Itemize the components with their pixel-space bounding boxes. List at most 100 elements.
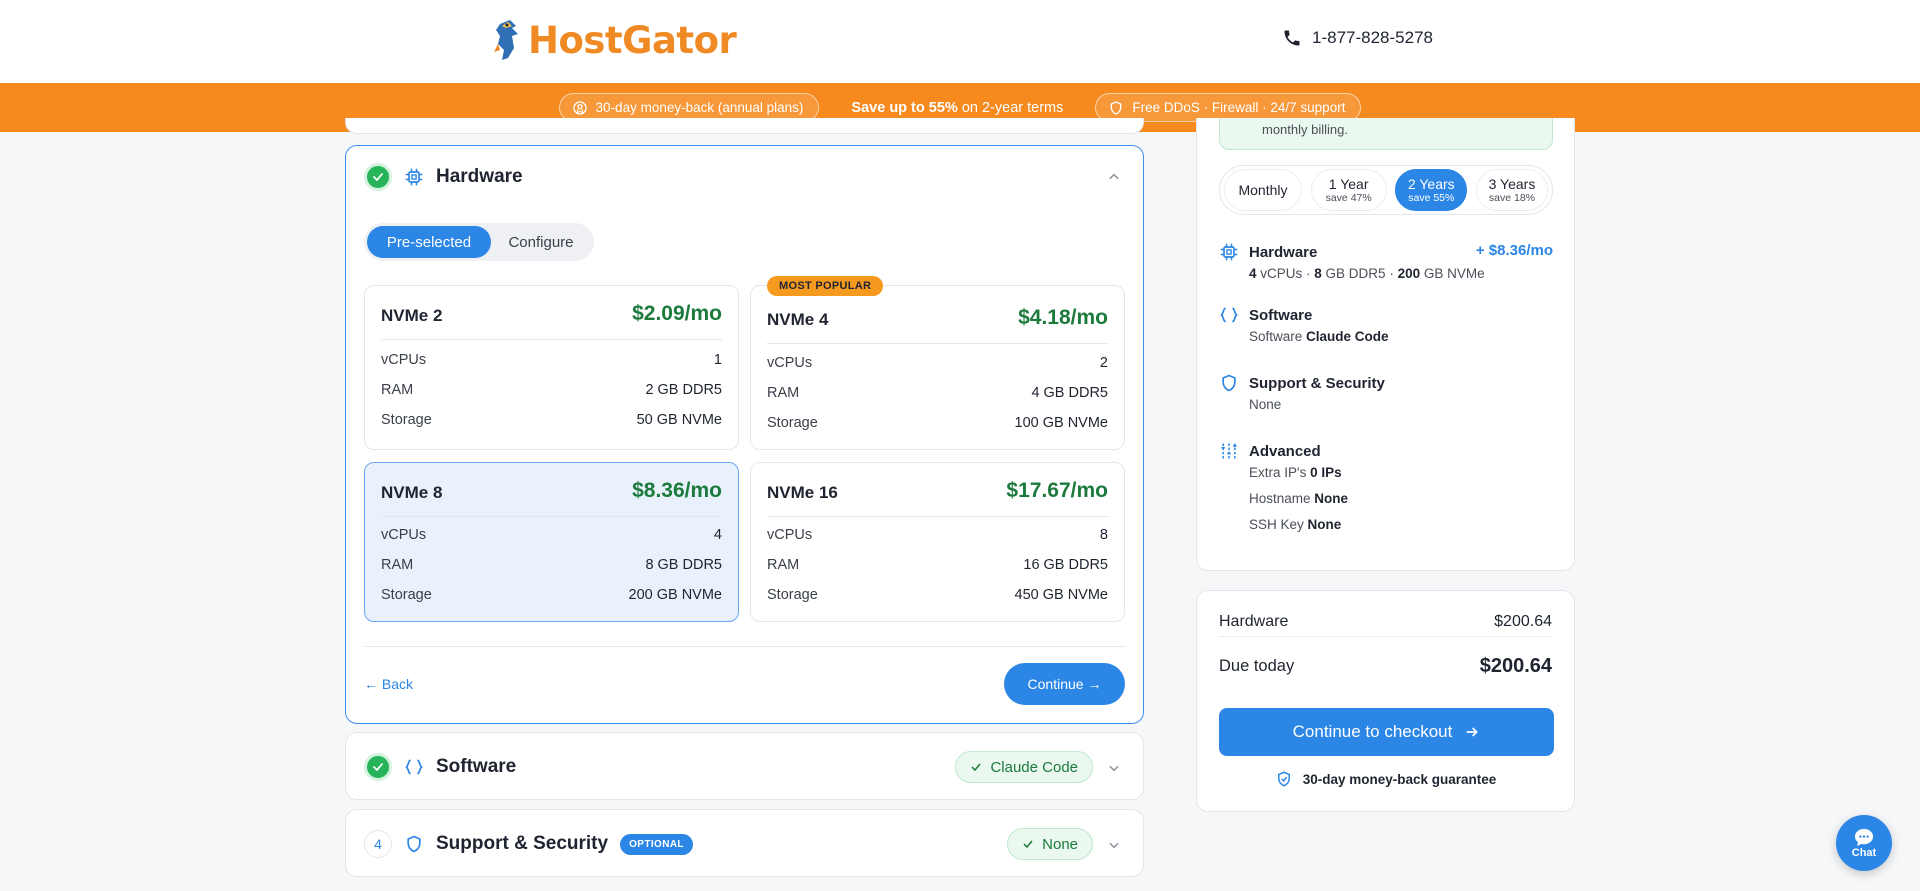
term-1-year[interactable]: 1 Year save 47% xyxy=(1310,169,1387,211)
software-header: Software xyxy=(364,752,516,782)
ram-label: RAM xyxy=(767,557,800,573)
plan-storage-row: Storage 200 GB NVMe xyxy=(381,587,722,603)
plan-price: $2.09/mo xyxy=(632,302,722,325)
plan-card-nvme-4[interactable]: MOST POPULAR NVMe 4 $4.18/mo vCPUs 2 RAM 4… xyxy=(750,276,1125,450)
plan-vcpus-row: vCPUs 8 xyxy=(767,527,1108,543)
billing-term-selector: Monthly 1 Year save 47% 2 Years save 55% 3… xyxy=(1219,165,1553,215)
guarantee-note: 30-day money-back guarantee xyxy=(1197,770,1574,788)
chevron-down-icon[interactable] xyxy=(1107,838,1121,852)
phone-link[interactable]: 1-877-828-5278 xyxy=(1282,28,1433,48)
term-label: 1 Year xyxy=(1328,176,1369,192)
continue-button[interactable]: Continue → xyxy=(1004,663,1125,705)
plan-storage-row: Storage 50 GB NVMe xyxy=(381,412,722,428)
plan-name: NVMe 16 xyxy=(767,483,838,502)
logo-text: HostGator xyxy=(528,18,737,62)
support-header: 4 Support & Security OPTIONAL xyxy=(364,829,693,859)
chevron-up-icon[interactable] xyxy=(1107,170,1121,184)
storage-value: 50 GB NVMe xyxy=(636,412,722,428)
vcpus-label: vCPUs xyxy=(767,355,813,371)
plan-ram-row: RAM 4 GB DDR5 xyxy=(767,385,1108,401)
money-back-text: 30-day money-back (annual plans) xyxy=(595,100,804,115)
adv-value: None xyxy=(1307,517,1342,532)
term-save: save 18% xyxy=(1488,192,1536,204)
billing-note: monthly billing. xyxy=(1219,118,1553,150)
summary-advanced-title: Advanced xyxy=(1249,443,1321,460)
spec-storage: GB NVMe xyxy=(1420,266,1485,281)
summary-advanced: Advanced Extra IP's 0 IPs Hostname None … xyxy=(1219,441,1553,541)
cpu-icon xyxy=(404,167,424,187)
divider xyxy=(1219,636,1552,637)
plan-price: $8.36/mo xyxy=(632,479,722,502)
most-popular-badge: MOST POPULAR xyxy=(767,276,884,296)
support-value: None xyxy=(1042,835,1078,853)
term-monthly[interactable]: Monthly xyxy=(1224,169,1302,211)
software-section[interactable]: Software Claude Code xyxy=(345,732,1144,800)
chat-bubble-icon xyxy=(1854,828,1874,847)
summary-support: Support & Security None xyxy=(1219,373,1553,413)
term-label: 3 Years xyxy=(1488,176,1536,192)
step-number: 4 xyxy=(364,830,392,858)
due-today-value: $200.64 xyxy=(1479,655,1552,677)
plan-name: NVMe 4 xyxy=(767,310,829,329)
term-2-years[interactable]: 2 Years save 55% xyxy=(1395,169,1468,211)
complete-check-icon xyxy=(364,163,392,191)
chat-label: Chat xyxy=(1851,847,1877,859)
check-icon xyxy=(1023,840,1033,849)
term-3-years[interactable]: 3 Years save 18% xyxy=(1475,169,1548,211)
summary-hardware: Hardware + $8.36/mo 4 vCPUs · 8 GB DDR5 … xyxy=(1219,242,1553,282)
ram-value: 8 GB DDR5 xyxy=(645,557,722,573)
back-link[interactable]: ← Back xyxy=(364,676,413,692)
security-text: Free DDoS · Firewall · 24/7 support xyxy=(1132,100,1346,115)
ram-value: 2 GB DDR5 xyxy=(645,382,722,398)
continue-to-checkout-button[interactable]: Continue to checkout xyxy=(1219,708,1554,756)
plan-vcpus-row: vCPUs 2 xyxy=(767,355,1108,371)
vcpus-value: 2 xyxy=(1099,355,1108,371)
support-selected-badge: None xyxy=(1007,828,1093,860)
plan-vcpus-row: vCPUs 4 xyxy=(381,527,722,543)
term-label: 2 Years xyxy=(1407,176,1455,192)
optional-badge: OPTIONAL xyxy=(620,833,693,855)
summary-support-title: Support & Security xyxy=(1249,375,1385,392)
hardware-header[interactable]: Hardware xyxy=(364,162,523,192)
divider xyxy=(381,516,722,517)
summary-software: Software Software Claude Code xyxy=(1219,305,1553,345)
vcpus-label: vCPUs xyxy=(767,527,813,543)
tab-pre-selected[interactable]: Pre-selected xyxy=(367,226,491,258)
software-value: Claude Code xyxy=(1306,329,1389,344)
check-icon xyxy=(971,763,982,772)
order-summary: monthly billing. Monthly 1 Year save 47% … xyxy=(1196,118,1575,571)
checkout-label: Continue to checkout xyxy=(1292,722,1453,741)
spec-ram: GB DDR5 xyxy=(1321,266,1386,281)
site-header: HostGator 1-877-828-5278 xyxy=(0,0,1920,83)
ram-label: RAM xyxy=(381,557,414,573)
hardware-section: Hardware Pre-selected Configure NVMe 2 $… xyxy=(345,145,1144,724)
storage-label: Storage xyxy=(767,415,818,431)
spec-storage-count: 200 xyxy=(1397,266,1421,281)
ram-value: 4 GB DDR5 xyxy=(1031,385,1108,401)
plan-price: $17.67/mo xyxy=(1006,479,1108,502)
software-value: Claude Code xyxy=(990,758,1078,776)
hostgator-logo[interactable]: HostGator xyxy=(490,16,737,64)
cpu-icon xyxy=(1220,243,1238,261)
due-today-label: Due today xyxy=(1219,657,1295,675)
chat-button[interactable]: Chat xyxy=(1836,815,1892,871)
summary-support-value: None xyxy=(1249,397,1282,412)
plan-ram-row: RAM 2 GB DDR5 xyxy=(381,382,722,398)
plan-card-nvme-16[interactable]: NVMe 16 $17.67/mo vCPUs 8 RAM 16 GB DDR5 S… xyxy=(750,462,1125,622)
ram-label: RAM xyxy=(767,385,800,401)
adv-ssh-key: SSH Key None xyxy=(1249,517,1341,532)
support-security-section[interactable]: 4 Support & Security OPTIONAL None xyxy=(345,809,1144,877)
adv-hostname: Hostname None xyxy=(1249,491,1348,506)
tab-configure[interactable]: Configure xyxy=(491,226,591,258)
promo-savings-bold: Save up to 55% xyxy=(851,99,958,116)
plan-ram-row: RAM 16 GB DDR5 xyxy=(767,557,1108,573)
plan-card-nvme-8[interactable]: NVMe 8 $8.36/mo vCPUs 4 RAM 8 GB DDR5 Stor… xyxy=(364,462,739,622)
plan-card-nvme-2[interactable]: NVMe 2 $2.09/mo vCPUs 1 RAM 2 GB DDR5 Stor… xyxy=(364,285,739,450)
previous-section-edge xyxy=(345,118,1144,134)
code-braces-icon xyxy=(404,757,424,777)
summary-software-line: Software Claude Code xyxy=(1249,329,1389,344)
chevron-down-icon[interactable] xyxy=(1107,761,1121,775)
storage-label: Storage xyxy=(381,412,432,428)
summary-hardware-title: Hardware xyxy=(1249,244,1318,261)
adv-label: Hostname xyxy=(1249,491,1315,506)
